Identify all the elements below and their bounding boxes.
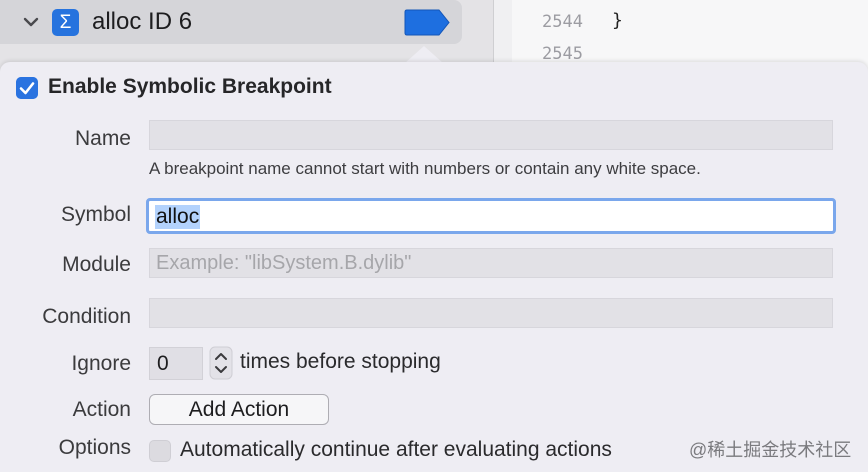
breakpoint-row[interactable]: Σ alloc ID 6 (0, 0, 462, 44)
ignore-count-field[interactable]: 0 (149, 347, 203, 380)
ignore-label: Ignore (71, 352, 131, 375)
module-field[interactable]: Example: "libSystem.B.dylib" (149, 248, 833, 278)
symbol-field[interactable]: alloc (146, 198, 836, 234)
line-number: 2544 (542, 12, 583, 32)
auto-continue-checkbox[interactable] (149, 440, 171, 462)
module-label: Module (62, 253, 131, 276)
symbolic-breakpoint-icon: Σ (52, 9, 79, 36)
options-label: Options (58, 436, 131, 459)
symbol-value: alloc (155, 205, 201, 229)
enable-breakpoint-checkbox[interactable] (16, 77, 38, 99)
condition-field[interactable] (149, 298, 833, 328)
name-hint: A breakpoint name cannot start with numb… (149, 159, 701, 178)
line-number: 2545 (542, 44, 583, 64)
watermark: @稀土掘金技术社区 (689, 440, 852, 460)
module-placeholder: Example: "libSystem.B.dylib" (156, 252, 412, 274)
breakpoint-flag-icon[interactable] (403, 9, 451, 36)
name-field[interactable] (149, 120, 833, 150)
ignore-suffix: times before stopping (240, 350, 441, 373)
chevron-down-icon[interactable] (22, 13, 40, 31)
enable-breakpoint-label[interactable]: Enable Symbolic Breakpoint (48, 75, 332, 99)
ignore-count-value: 0 (157, 352, 169, 375)
name-label: Name (74, 127, 131, 150)
symbolic-breakpoint-popover: Enable Symbolic Breakpoint Name A breakp… (0, 62, 868, 472)
popover-arrow (405, 46, 443, 63)
breakpoint-title[interactable]: alloc ID 6 (92, 8, 192, 36)
code-line[interactable]: } (612, 10, 623, 31)
condition-label: Condition (42, 305, 131, 328)
add-action-button[interactable]: Add Action (149, 394, 329, 425)
auto-continue-label[interactable]: Automatically continue after evaluating … (180, 438, 612, 462)
stepper-arrows-icon[interactable] (209, 346, 233, 380)
symbol-label: Symbol (60, 203, 131, 226)
action-label: Action (72, 398, 131, 421)
